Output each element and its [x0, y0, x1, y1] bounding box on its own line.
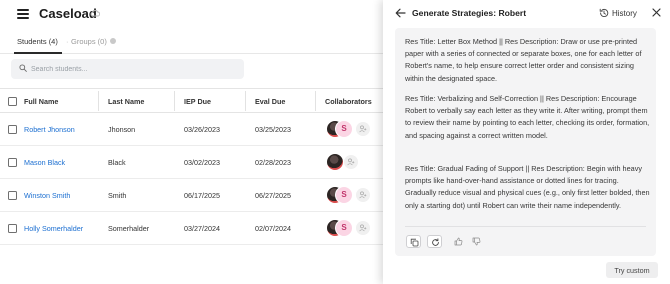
eval-due-cell: 02/07/2024: [255, 224, 291, 233]
caseload-panel: Caseload Students (4) · Groups (0) Full …: [0, 0, 383, 284]
page-title: Caseload: [39, 6, 97, 21]
refresh-icon: [432, 238, 439, 246]
eval-due-cell: 06/27/2025: [255, 191, 291, 200]
search-icon: [19, 64, 27, 72]
row-checkbox[interactable]: [8, 158, 17, 167]
table-row[interactable]: Mason Black Black 03/02/2023 02/28/2023: [0, 146, 383, 179]
divider: [405, 226, 646, 227]
table-row[interactable]: Holly Somerhalder Somerhalder 03/27/2024…: [0, 212, 383, 245]
search-box: [11, 59, 244, 79]
add-collaborator-button[interactable]: [356, 122, 370, 136]
thumbs-up-icon: [454, 237, 463, 246]
eval-due-cell: 03/25/2023: [255, 125, 291, 134]
strategies-card: Res Title: Letter Box Method || Res Desc…: [395, 28, 656, 256]
search-input[interactable]: [31, 62, 236, 76]
hamburger-icon[interactable]: [17, 9, 29, 19]
iep-due-cell: 06/17/2025: [184, 191, 220, 200]
gear-icon[interactable]: [110, 38, 116, 44]
collaborators: S: [326, 219, 386, 239]
history-button[interactable]: History: [597, 7, 643, 20]
user-add-icon: [359, 224, 367, 232]
table-header: Full Name Last Name IEP Due Eval Due Col…: [0, 88, 383, 113]
try-custom-button[interactable]: Try custom: [606, 262, 658, 278]
column-header-collaborators: Collaborators: [325, 97, 372, 106]
row-checkbox[interactable]: [8, 125, 17, 134]
select-all-checkbox[interactable]: [8, 97, 17, 106]
strategy-text: Res Title: Gradual Fading of Support || …: [405, 164, 650, 210]
student-name-link[interactable]: Mason Black: [24, 158, 65, 167]
regenerate-button[interactable]: [427, 235, 442, 248]
tab-separator: ·: [66, 37, 69, 46]
close-icon[interactable]: [652, 8, 661, 17]
column-header-iep-due[interactable]: IEP Due: [184, 97, 211, 106]
table-row[interactable]: Winston Smith Smith 06/17/2025 06/27/202…: [0, 179, 383, 212]
drawer-header: Generate Strategies: Robert History: [383, 0, 670, 28]
row-checkbox[interactable]: [8, 191, 17, 200]
thumbs-up-button[interactable]: [451, 235, 466, 248]
user-add-icon: [347, 158, 355, 166]
add-collaborator-button[interactable]: [356, 188, 370, 202]
last-name-cell: Smith: [108, 191, 127, 200]
strategy-text: Res Title: Letter Box Method || Res Desc…: [405, 37, 642, 83]
avatar-initial: S: [335, 186, 353, 204]
strategies-drawer: Generate Strategies: Robert History Res …: [383, 0, 670, 284]
drawer-title: Generate Strategies: Robert: [412, 8, 527, 18]
tabs: Students (4) · Groups (0): [0, 30, 383, 54]
active-tab-indicator: [14, 52, 62, 54]
avatar-initial: S: [335, 219, 353, 237]
thumbs-down-button[interactable]: [469, 235, 484, 248]
thumbs-down-icon: [472, 237, 481, 246]
student-name-link[interactable]: Robert Jhonson: [24, 125, 75, 134]
history-icon: [599, 8, 609, 18]
copy-icon: [410, 238, 419, 247]
last-name-cell: Somerhalder: [108, 224, 150, 233]
avatar: [326, 153, 344, 171]
collaborators: [326, 153, 386, 173]
last-name-cell: Jhonson: [108, 125, 136, 134]
history-label: History: [612, 9, 637, 18]
top-bar: Caseload: [0, 0, 383, 28]
add-collaborator-button[interactable]: [344, 155, 358, 169]
strategy-text: Res Title: Verbalizing and Self-Correcti…: [405, 94, 650, 140]
back-arrow-icon[interactable]: [395, 8, 406, 18]
tab-students[interactable]: Students (4): [17, 37, 58, 46]
iep-due-cell: 03/26/2023: [184, 125, 220, 134]
column-divider: [174, 91, 175, 111]
iep-due-cell: 03/02/2023: [184, 158, 220, 167]
avatar-initial: S: [335, 120, 353, 138]
row-checkbox[interactable]: [8, 224, 17, 233]
cloud-icon: [90, 9, 100, 17]
tab-groups[interactable]: Groups (0): [71, 37, 107, 46]
student-name-link[interactable]: Winston Smith: [24, 191, 70, 200]
column-divider: [315, 91, 316, 111]
column-header-eval-due[interactable]: Eval Due: [255, 97, 285, 106]
user-add-icon: [359, 191, 367, 199]
table-row[interactable]: Robert Jhonson Jhonson 03/26/2023 03/25/…: [0, 113, 383, 146]
collaborators: S: [326, 120, 386, 140]
copy-button[interactable]: [406, 235, 421, 248]
iep-due-cell: 03/27/2024: [184, 224, 220, 233]
column-header-last-name[interactable]: Last Name: [108, 97, 144, 106]
last-name-cell: Black: [108, 158, 126, 167]
column-header-full-name[interactable]: Full Name: [24, 97, 58, 106]
collaborators: S: [326, 186, 386, 206]
user-add-icon: [359, 125, 367, 133]
add-collaborator-button[interactable]: [356, 221, 370, 235]
column-divider: [98, 91, 99, 111]
eval-due-cell: 02/28/2023: [255, 158, 291, 167]
student-name-link[interactable]: Holly Somerhalder: [24, 224, 83, 233]
column-divider: [245, 91, 246, 111]
